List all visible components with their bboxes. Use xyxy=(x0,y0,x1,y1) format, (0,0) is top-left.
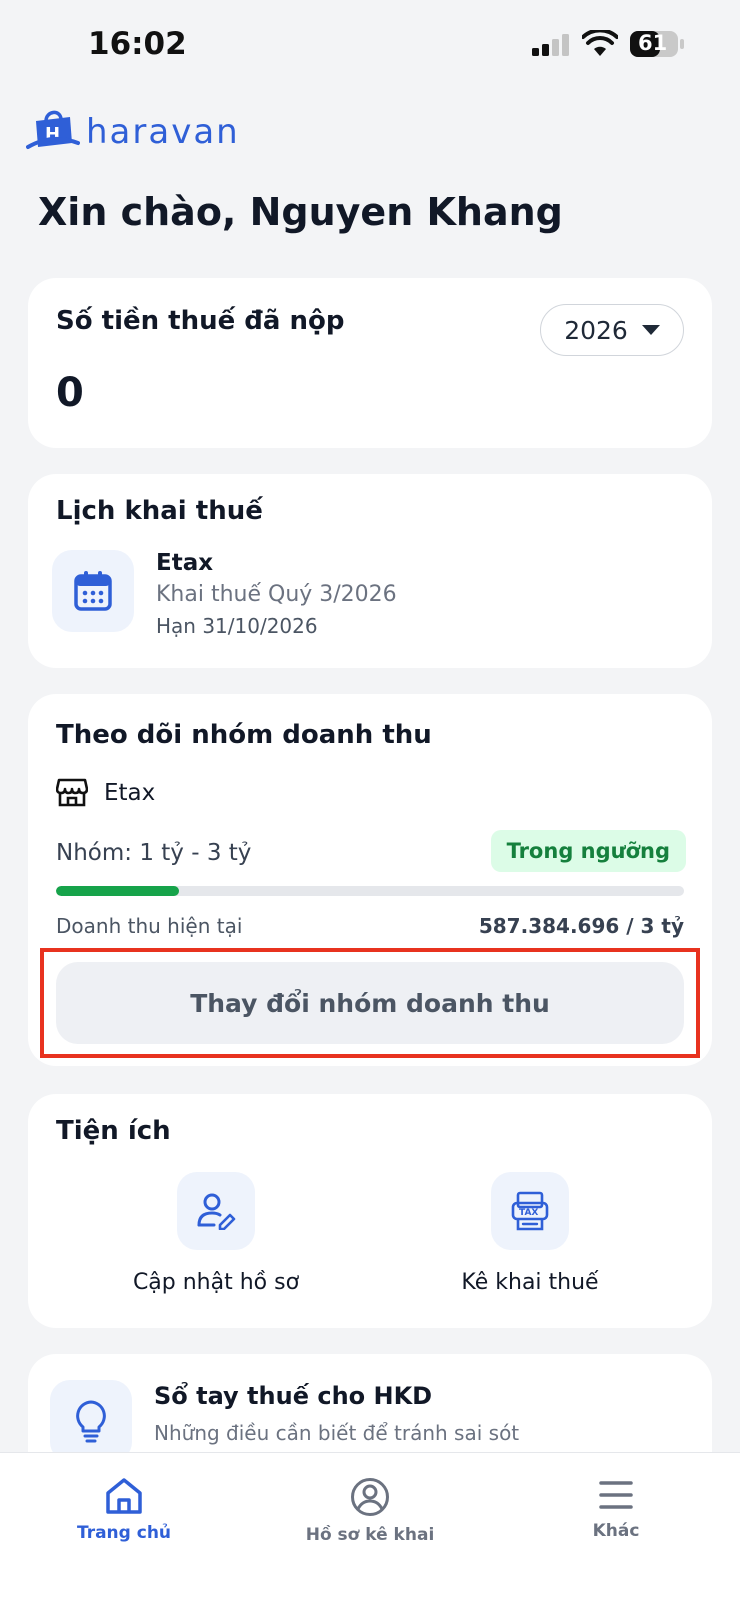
change-revenue-group-button[interactable]: Thay đổi nhóm doanh thu xyxy=(56,962,684,1044)
svg-text:TAX: TAX xyxy=(519,1208,538,1218)
tax-paid-title: Số tiền thuế đã nộp xyxy=(56,306,345,336)
bottom-navigation: Trang chủ Hồ sơ kê khai Khác xyxy=(0,1452,740,1600)
tax-document-icon-tile: TAX xyxy=(491,1172,569,1250)
lightbulb-icon-tile xyxy=(50,1380,132,1462)
tax-paid-amount: 0 xyxy=(56,370,84,416)
wifi-icon xyxy=(582,30,618,56)
revenue-group-title: Theo dõi nhóm doanh thu xyxy=(56,720,432,750)
revenue-progress-fill xyxy=(56,886,180,896)
handbook-title: Sổ tay thuế cho HKD xyxy=(154,1382,433,1410)
signal-icon xyxy=(532,34,569,56)
revenue-progress-bar xyxy=(56,886,684,896)
tax-paid-card: Số tiền thuế đã nộp 2026 0 xyxy=(28,278,712,448)
nav-label-home: Trang chủ xyxy=(76,1523,172,1543)
tax-declaration-button[interactable]: TAX Kê khai thuế xyxy=(380,1172,680,1295)
nav-label-declaration-records: Hồ sơ kê khai xyxy=(305,1525,435,1545)
year-value: 2026 xyxy=(564,315,628,345)
store-name: Etax xyxy=(104,780,156,806)
nav-label-more: Khác xyxy=(592,1521,640,1541)
tax-schedule-title: Lịch khai thuế xyxy=(56,496,263,526)
battery-icon: 61 xyxy=(630,30,686,58)
utilities-card: Tiện ích Cập nhật hồ sơ TAX Kê khai thuế xyxy=(28,1094,712,1328)
revenue-group-range: Nhóm: 1 tỷ - 3 tỷ xyxy=(56,840,252,866)
store-icon xyxy=(56,778,88,807)
store-row: Etax xyxy=(56,778,155,808)
tax-declaration-label: Kê khai thuế xyxy=(461,1270,599,1295)
lightbulb-icon xyxy=(76,1400,106,1443)
utilities-title: Tiện ích xyxy=(56,1116,171,1146)
shopping-bag-logo-icon: H xyxy=(26,110,80,149)
tax-schedule-card[interactable]: Lịch khai thuế Etax Khai thuế Quý 3/2026… xyxy=(28,474,712,668)
greeting-title: Xin chào, Nguyen Khang xyxy=(38,190,563,234)
user-edit-icon xyxy=(197,1193,236,1230)
year-select[interactable]: 2026 xyxy=(540,304,684,356)
update-profile-button[interactable]: Cập nhật hồ sơ xyxy=(66,1172,366,1295)
revenue-group-card: Theo dõi nhóm doanh thu Etax Nhóm: 1 tỷ … xyxy=(28,694,712,1066)
schedule-name: Etax xyxy=(156,550,214,576)
brand-logo: H haravan xyxy=(26,104,240,160)
user-edit-icon-tile xyxy=(177,1172,255,1250)
nav-item-more[interactable]: Khác xyxy=(516,1477,716,1541)
status-time: 16:02 xyxy=(88,26,187,62)
nav-item-home[interactable]: Trang chủ xyxy=(24,1477,224,1543)
current-revenue-label: Doanh thu hiện tại xyxy=(56,914,243,938)
home-icon xyxy=(106,1478,142,1514)
caret-down-icon xyxy=(641,325,660,335)
status-bar: 16:02 61 xyxy=(0,0,740,90)
svg-text:H: H xyxy=(45,124,60,145)
nav-item-declaration-records[interactable]: Hồ sơ kê khai xyxy=(270,1477,470,1545)
battery-level: 61 xyxy=(638,31,668,55)
profile-icon xyxy=(351,1478,389,1516)
current-revenue-value: 587.384.696 / 3 tỷ xyxy=(478,914,684,938)
update-profile-label: Cập nhật hồ sơ xyxy=(132,1270,300,1295)
status-badge: Trong ngưỡng xyxy=(490,830,686,872)
schedule-deadline: Hạn 31/10/2026 xyxy=(156,614,318,638)
brand-name: haravan xyxy=(86,112,240,152)
menu-icon xyxy=(599,1481,633,1509)
calendar-icon xyxy=(74,571,112,611)
tax-document-icon: TAX xyxy=(511,1191,549,1231)
calendar-icon-tile xyxy=(52,550,134,632)
schedule-subtitle: Khai thuế Quý 3/2026 xyxy=(156,582,397,607)
